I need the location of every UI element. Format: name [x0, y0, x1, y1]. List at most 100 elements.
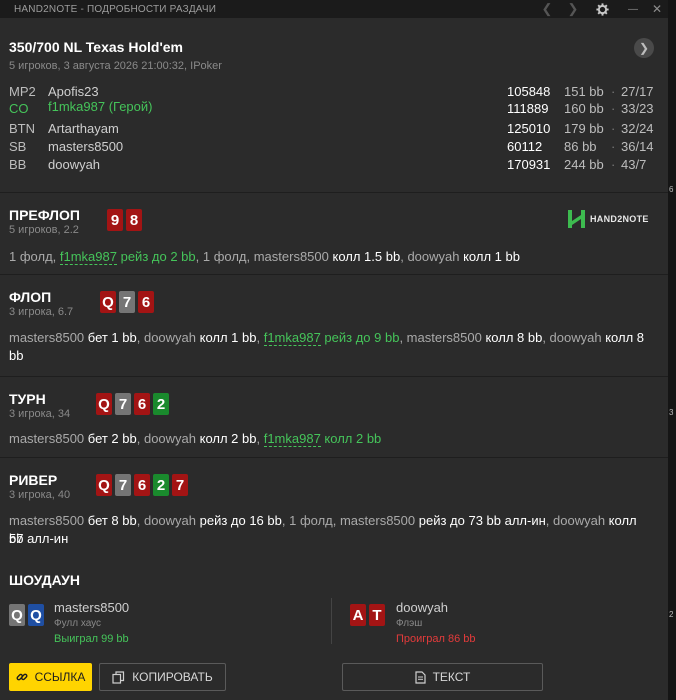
action-line: masters8500 бет 2 bb, doowyah колл 2 bb,… [9, 431, 382, 447]
background-mark: 2 [669, 610, 674, 619]
showdown-cards-left: Q Q [9, 604, 44, 626]
player-stack: 105848 [507, 84, 551, 99]
link-button[interactable]: ССЫЛКА [9, 663, 92, 691]
hand-subtitle: 5 игроков, 3 августа 2026 21:00:32, IPok… [9, 60, 222, 72]
showdown-player-name[interactable]: doowyah [396, 600, 448, 615]
card: 7 [115, 474, 131, 496]
action-line: masters8500 бет 1 bb, doowyah колл 1 bb,… [9, 330, 644, 346]
hero-link[interactable]: f1mka987 [59, 249, 117, 265]
showdown-cards-right: A T [350, 604, 385, 626]
card: 2 [153, 474, 169, 496]
copy-button-label: КОПИРОВАТЬ [132, 670, 213, 684]
card: 8 [126, 209, 142, 231]
street-river: РИВЕР 3 игрока, 40 Q 7 6 2 7 masters8500… [0, 457, 668, 557]
card: 6 [134, 474, 150, 496]
separator: · [611, 121, 616, 136]
link-button-label: ССЫЛКА [34, 670, 86, 684]
board-cards: Q 7 6 2 7 [96, 474, 188, 496]
hand2note-logo: HAND2NOTE [568, 210, 649, 228]
hand-details-panel: 350/700 NL Texas Hold'em 5 игроков, 3 ав… [0, 18, 668, 700]
board-cards: Q 7 6 2 [96, 393, 169, 415]
text-button[interactable]: ТЕКСТ [342, 663, 543, 691]
background-mark: 6 [669, 185, 674, 194]
street-subtitle: 3 игрока, 34 [9, 408, 71, 420]
title-bar: HAND2NOTE - ПОДРОБНОСТИ РАЗДАЧИ ❮ ❯ — ✕ [0, 0, 668, 18]
street-title: ТУРН [9, 391, 46, 407]
action-line: 1 фолд, f1mka987 рейз до 2 bb, 1 фолд, m… [9, 249, 520, 265]
hero-link[interactable]: f1mka987 [263, 330, 321, 346]
street-subtitle: 3 игрока, 6.7 [9, 306, 74, 318]
copy-button[interactable]: КОПИРОВАТЬ [99, 663, 226, 691]
showdown-result: Выиграл 99 bb [54, 633, 129, 645]
showdown-result: Проиграл 86 bb [396, 633, 476, 645]
player-stack-bb: 160 bb [564, 101, 604, 116]
player-row[interactable]: SB masters8500 60112 86 bb · 36/14 [0, 139, 668, 157]
player-row[interactable]: BTN Artarthayam 125010 179 bb · 32/24 [0, 121, 668, 139]
card: 7 [172, 474, 188, 496]
street-title: РИВЕР [9, 472, 58, 488]
card: Q [96, 393, 112, 415]
player-stats: 36/14 [621, 139, 654, 154]
next-hand-icon[interactable]: ❯ [566, 0, 580, 18]
street-preflop: ПРЕФЛОП 5 игроков, 2.2 9 8 HAND2NOTE 1 ф… [0, 192, 668, 275]
player-stats: 32/24 [621, 121, 654, 136]
close-icon[interactable]: ✕ [650, 0, 664, 18]
action-line-cont: bb алл-ин [9, 531, 69, 546]
player-name[interactable]: masters8500 [48, 139, 123, 154]
player-stack-bb: 179 bb [564, 121, 604, 136]
player-stack-bb: 244 bb [564, 157, 604, 172]
player-row-hero[interactable]: CO f1mka987 (Герой) 111889 160 bb · 33/2… [0, 99, 668, 119]
street-flop: ФЛОП 3 игрока, 6.7 Q 7 6 masters8500 бет… [0, 274, 668, 377]
showdown-player-name[interactable]: masters8500 [54, 600, 129, 615]
card: Q [100, 291, 116, 313]
player-name[interactable]: doowyah [48, 157, 100, 172]
hand2note-logo-icon [568, 210, 585, 228]
hero-link[interactable]: f1mka987 [263, 431, 321, 447]
street-subtitle: 5 игроков, 2.2 [9, 224, 79, 236]
showdown-section: ШОУДАУН Q Q masters8500 Фулл хаус Выигра… [0, 556, 668, 700]
player-stack: 111889 [507, 101, 549, 116]
player-stats: 33/23 [621, 101, 654, 116]
window-title: HAND2NOTE - ПОДРОБНОСТИ РАЗДАЧИ [14, 3, 217, 15]
player-name[interactable]: Artarthayam [48, 121, 119, 136]
minimize-icon[interactable]: — [626, 0, 640, 18]
card: T [369, 604, 385, 626]
player-stack: 60112 [507, 139, 543, 154]
hand-title: 350/700 NL Texas Hold'em [9, 39, 184, 55]
action-line-cont: bb [9, 348, 24, 363]
player-position: BB [9, 157, 27, 172]
player-position: BTN [9, 121, 35, 136]
text-button-label: ТЕКСТ [432, 670, 471, 684]
player-name[interactable]: f1mka987 (Герой) [48, 99, 152, 114]
player-stack: 125010 [507, 121, 551, 136]
next-hand-button[interactable]: ❯ [634, 38, 654, 58]
player-stats: 43/7 [621, 157, 647, 172]
divider [331, 598, 332, 644]
player-stack-bb: 151 bb [564, 84, 604, 99]
hero-cards: 9 8 [107, 209, 142, 231]
card: Q [9, 604, 25, 626]
prev-hand-icon[interactable]: ❮ [540, 0, 554, 18]
link-icon [16, 673, 28, 681]
player-position: MP2 [9, 84, 36, 99]
showdown-title: ШОУДАУН [9, 572, 80, 588]
player-row[interactable]: BB doowyah 170931 244 bb · 43/7 [0, 157, 668, 175]
separator: · [611, 139, 616, 154]
player-stack: 170931 [507, 157, 551, 172]
player-position: CO [9, 101, 29, 116]
separator: · [611, 84, 616, 99]
card: 7 [119, 291, 135, 313]
gear-icon[interactable] [594, 0, 610, 18]
player-position: SB [9, 139, 27, 154]
document-icon [414, 670, 426, 684]
street-title: ФЛОП [9, 289, 52, 305]
card: 7 [115, 393, 131, 415]
street-subtitle: 3 игрока, 40 [9, 489, 71, 501]
card: 6 [134, 393, 150, 415]
separator: · [611, 157, 616, 172]
player-stats: 27/17 [621, 84, 654, 99]
card: 9 [107, 209, 123, 231]
player-name[interactable]: Apofis23 [48, 84, 99, 99]
background-window-strip [668, 0, 676, 700]
street-title: ПРЕФЛОП [9, 207, 80, 223]
